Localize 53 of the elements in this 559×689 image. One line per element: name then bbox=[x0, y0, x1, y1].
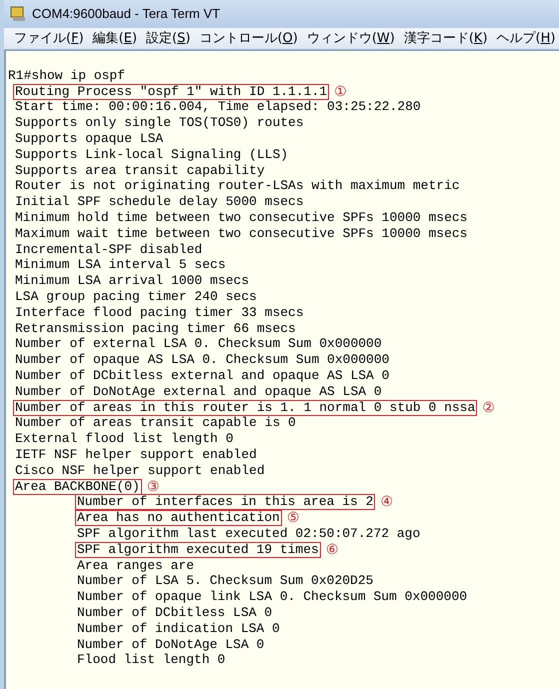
output-line: SPF algorithm executed 19 times bbox=[76, 542, 320, 557]
output-line: Supports only single TOS(TOS0) routes bbox=[14, 116, 305, 130]
menu-item[interactable]: 編集(E) bbox=[92, 28, 138, 48]
output-line: Number of areas transit capable is 0 bbox=[14, 416, 297, 430]
output-line: Area ranges are bbox=[76, 558, 196, 573]
output-line: Minimum LSA arrival 1000 msecs bbox=[14, 274, 250, 288]
output-line: Interface flood pacing timer 33 msecs bbox=[14, 306, 305, 320]
output-line: Minimum hold time between two consecutive SPFs 10000 msecs bbox=[14, 211, 468, 226]
output-line: IETF NSF helper support enabled bbox=[14, 448, 258, 462]
output-line: Number of DCbitless LSA 0 bbox=[76, 606, 274, 620]
window-title: COM4:9600baud - Tera Term VT bbox=[32, 5, 220, 24]
output-line: LSA group pacing timer 240 secs bbox=[14, 290, 258, 304]
output-line: Number of areas in this router is 1. 1 normal 0 stub 0 nssa bbox=[14, 400, 476, 415]
output-line: Retransmission pacing timer 66 msecs bbox=[14, 322, 297, 336]
output-line: Area has no authentication bbox=[76, 511, 281, 526]
output-line: SPF algorithm last executed 02:50:07.272 ago bbox=[76, 527, 422, 541]
output-line: Router is not originating router-LSAs with maximum metric bbox=[14, 179, 461, 194]
callout-number: ⑤ bbox=[286, 511, 300, 526]
output-line: External flood list length 0 bbox=[14, 432, 234, 446]
output-line: Initial SPF schedule delay 5000 msecs bbox=[14, 195, 305, 210]
output-line: Number of DoNotAge LSA 0 bbox=[76, 638, 266, 652]
output-line: Maximum wait time between two consecutive SPFs 10000 msecs bbox=[14, 226, 468, 241]
output-line: Number of DCbitless external and opaque AS LSA 0 bbox=[14, 369, 390, 384]
callout-number: ③ bbox=[146, 480, 160, 494]
output-line: Number of DoNotAge external and opaque AS LSA 0 bbox=[14, 384, 383, 399]
output-line: Routing Process "ospf 1" with ID 1.1.1.1 bbox=[14, 84, 328, 99]
output-line: Incremental-SPF disabled bbox=[14, 242, 204, 257]
menu-item[interactable]: ウィンドウ(W) bbox=[306, 28, 395, 48]
app-icon bbox=[10, 6, 26, 22]
output-line: Number of external LSA 0. Checksum Sum 0x000000 bbox=[14, 337, 383, 352]
callout-number: ⑥ bbox=[326, 542, 338, 557]
callout-number: ① bbox=[334, 84, 347, 99]
output-line: Minimum LSA interval 5 secs bbox=[14, 258, 227, 272]
menu-item[interactable]: ファイル(F) bbox=[14, 28, 84, 48]
output-line: Number of interfaces in this area is 2 bbox=[76, 495, 374, 510]
output-line: Number of indication LSA 0 bbox=[76, 622, 281, 636]
menu-item[interactable]: ヘルプ(H) bbox=[496, 28, 556, 48]
output-line: Start time: 00:00:16.004, Time elapsed: 03:25:22.280 bbox=[14, 100, 422, 114]
output-line: Flood list length 0 bbox=[76, 653, 226, 668]
output-line: Cisco NSF helper support enabled bbox=[14, 464, 266, 478]
command-prompt: R1#show ip ospf bbox=[8, 68, 126, 83]
callout-number: ④ bbox=[380, 495, 394, 510]
output-line: Supports Link-local Signaling (LLS) bbox=[14, 148, 290, 162]
menu-item[interactable]: 設定(S) bbox=[146, 28, 190, 48]
output-line: Supports area transit capability bbox=[14, 164, 266, 178]
callout-number: ② bbox=[482, 400, 495, 415]
output-line: Number of opaque AS LSA 0. Checksum Sum 0x000000 bbox=[14, 353, 390, 368]
output-line: Number of LSA 5. Checksum Sum 0x020D25 bbox=[76, 574, 374, 588]
menu-item[interactable]: コントロール(O) bbox=[199, 28, 298, 48]
output-line: Number of opaque link LSA 0. Checksum Sum 0x000000 bbox=[76, 590, 468, 604]
menu-item[interactable]: 漢字コード(K) bbox=[404, 28, 488, 48]
output-line: Area BACKBONE(0) bbox=[14, 480, 141, 494]
output-line: Supports opaque LSA bbox=[14, 132, 164, 146]
